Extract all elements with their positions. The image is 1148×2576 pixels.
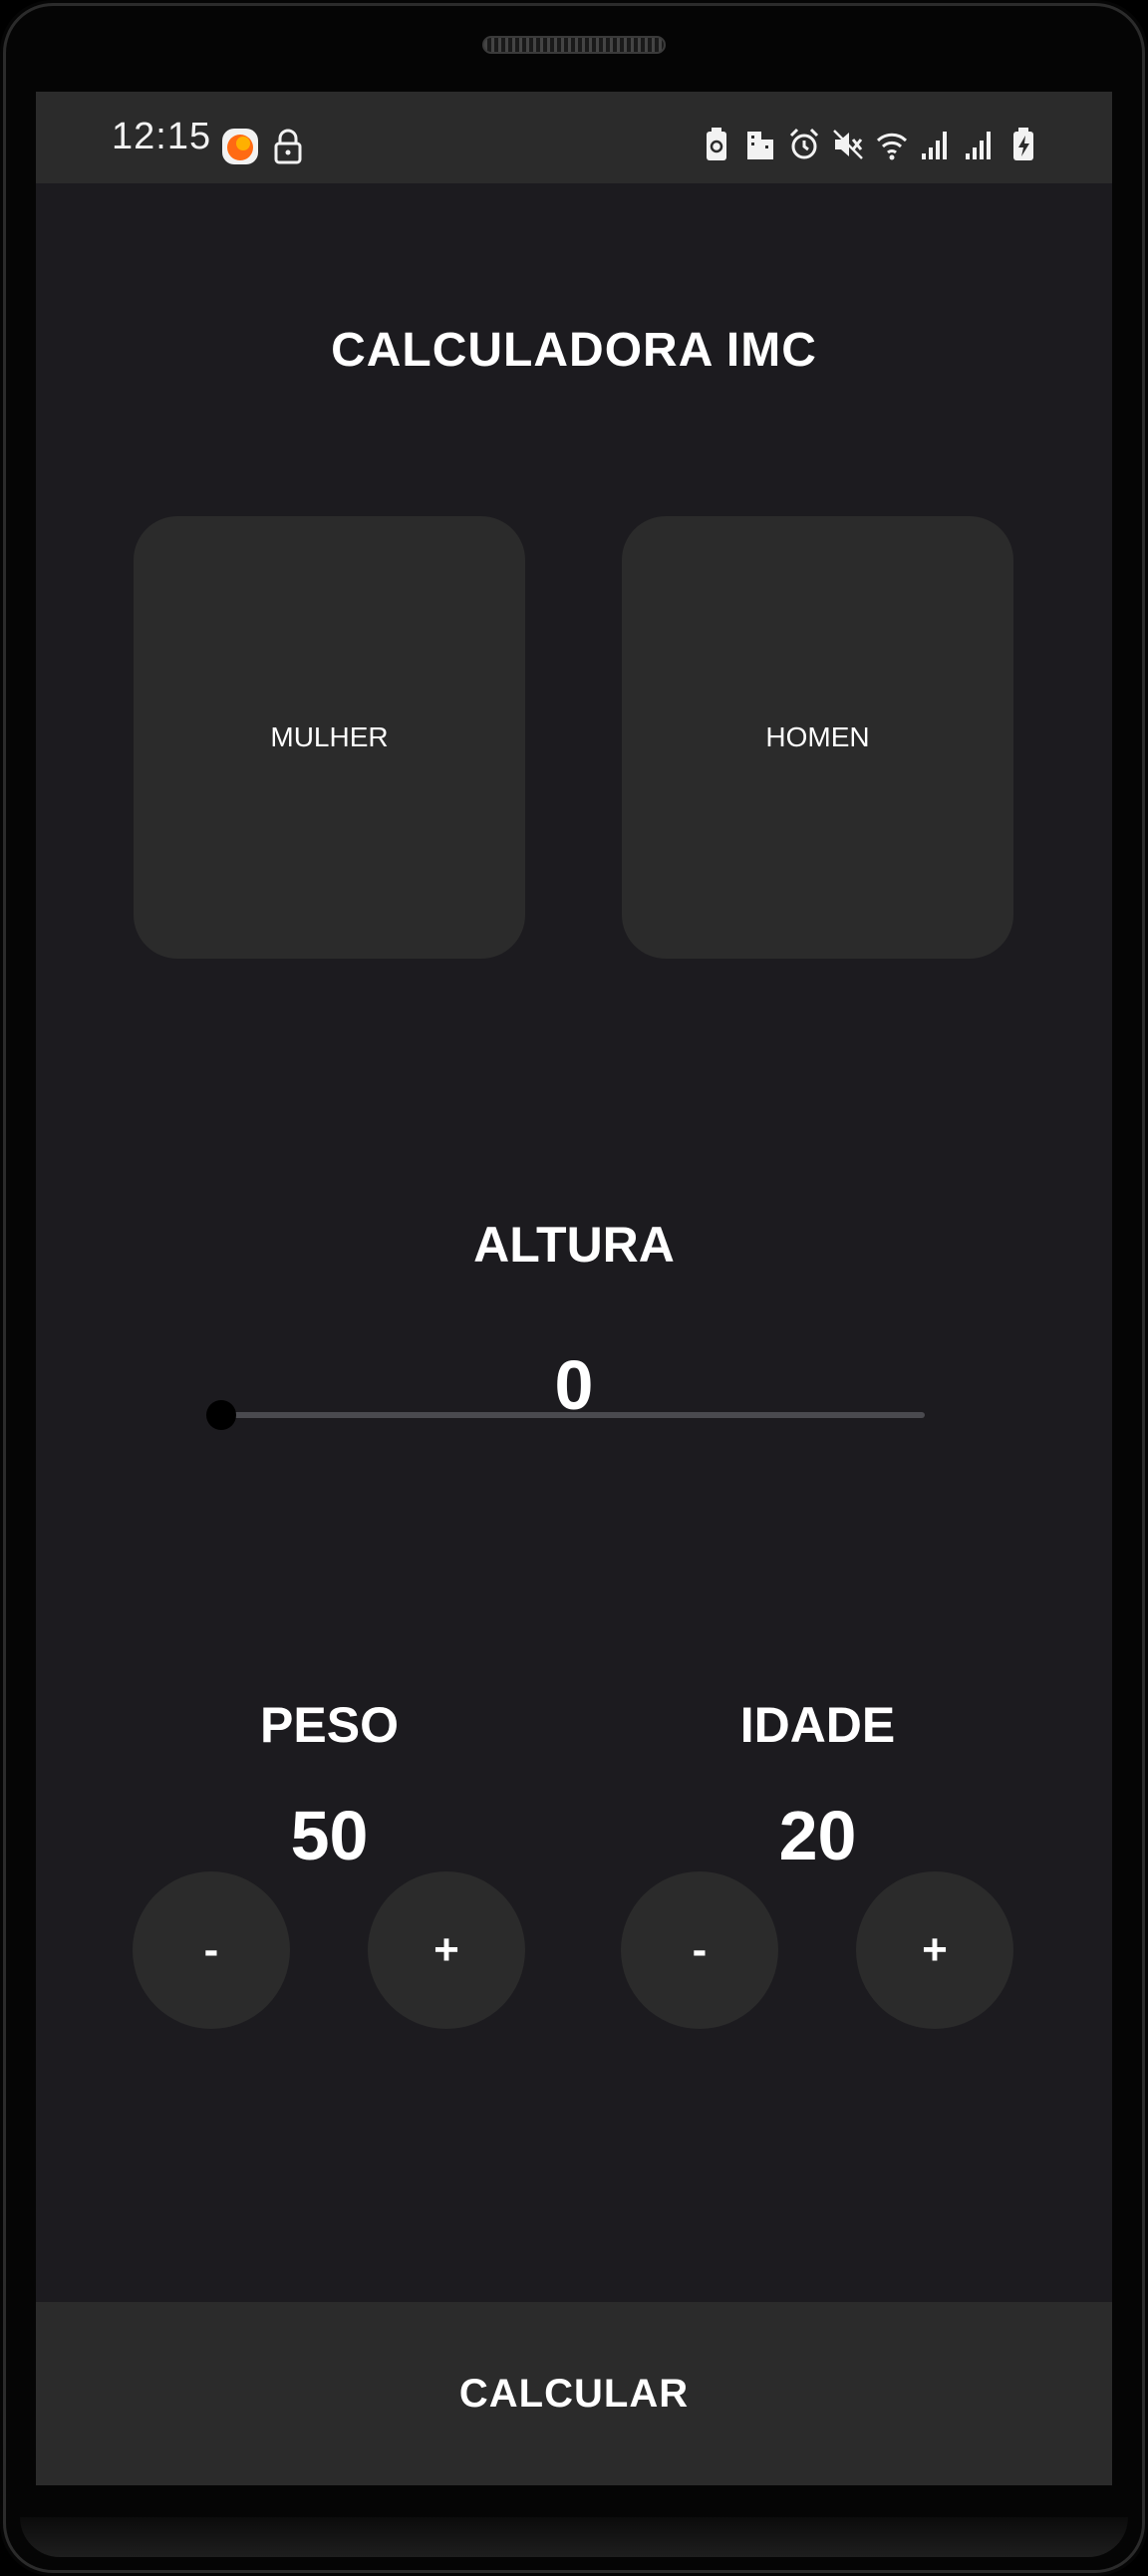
status-time: 12:15 [112,116,212,157]
age-decrement-label: - [692,1925,708,1974]
height-slider-thumb[interactable] [206,1400,236,1430]
status-bar: 12:15 [36,92,1112,183]
weight-value: 50 [290,1797,369,1874]
signal-1-icon [922,132,947,159]
signal-2-icon [966,132,991,159]
age-increment-button[interactable]: + [856,1871,1013,2029]
wifi-icon [876,133,908,160]
calculate-button-label: CALCULAR [458,2371,690,2416]
battery-charging-icon [1013,128,1033,160]
age-label: IDADE [739,1697,896,1753]
battery-saver-icon [707,128,726,160]
calculate-button[interactable]: CALCULAR [36,2302,1112,2485]
age-value: 20 [778,1797,857,1874]
screen: 12:15 CALCULADORA IMC MULHER HOMEN ALTUR… [36,92,1112,2485]
weight-increment-label: + [433,1925,459,1974]
weight-decrement-button[interactable]: - [133,1871,290,2029]
page-title: CALCULADORA IMC [331,324,817,377]
weight-decrement-label: - [203,1925,219,1974]
age-increment-label: + [922,1925,948,1974]
earpiece-speaker [482,36,666,54]
lock-icon [274,129,302,164]
gender-card-female-label: MULHER [270,721,389,752]
height-label: ALTURA [473,1217,675,1273]
weight-label: PESO [260,1697,399,1753]
height-slider-track[interactable] [221,1412,925,1418]
alarm-icon [789,128,819,159]
status-icons [700,126,1040,163]
phone-frame: 12:15 CALCULADORA IMC MULHER HOMEN ALTUR… [0,0,1148,2576]
app-notification-icon [222,129,258,164]
weight-increment-button[interactable]: + [368,1871,525,2029]
bottom-bezel [20,2517,1128,2557]
gender-card-male-label: HOMEN [765,721,870,752]
mute-icon [833,130,863,159]
building-icon [747,132,773,159]
gender-card-female[interactable]: MULHER [134,516,525,959]
gender-card-male[interactable]: HOMEN [622,516,1013,959]
age-decrement-button[interactable]: - [621,1871,778,2029]
